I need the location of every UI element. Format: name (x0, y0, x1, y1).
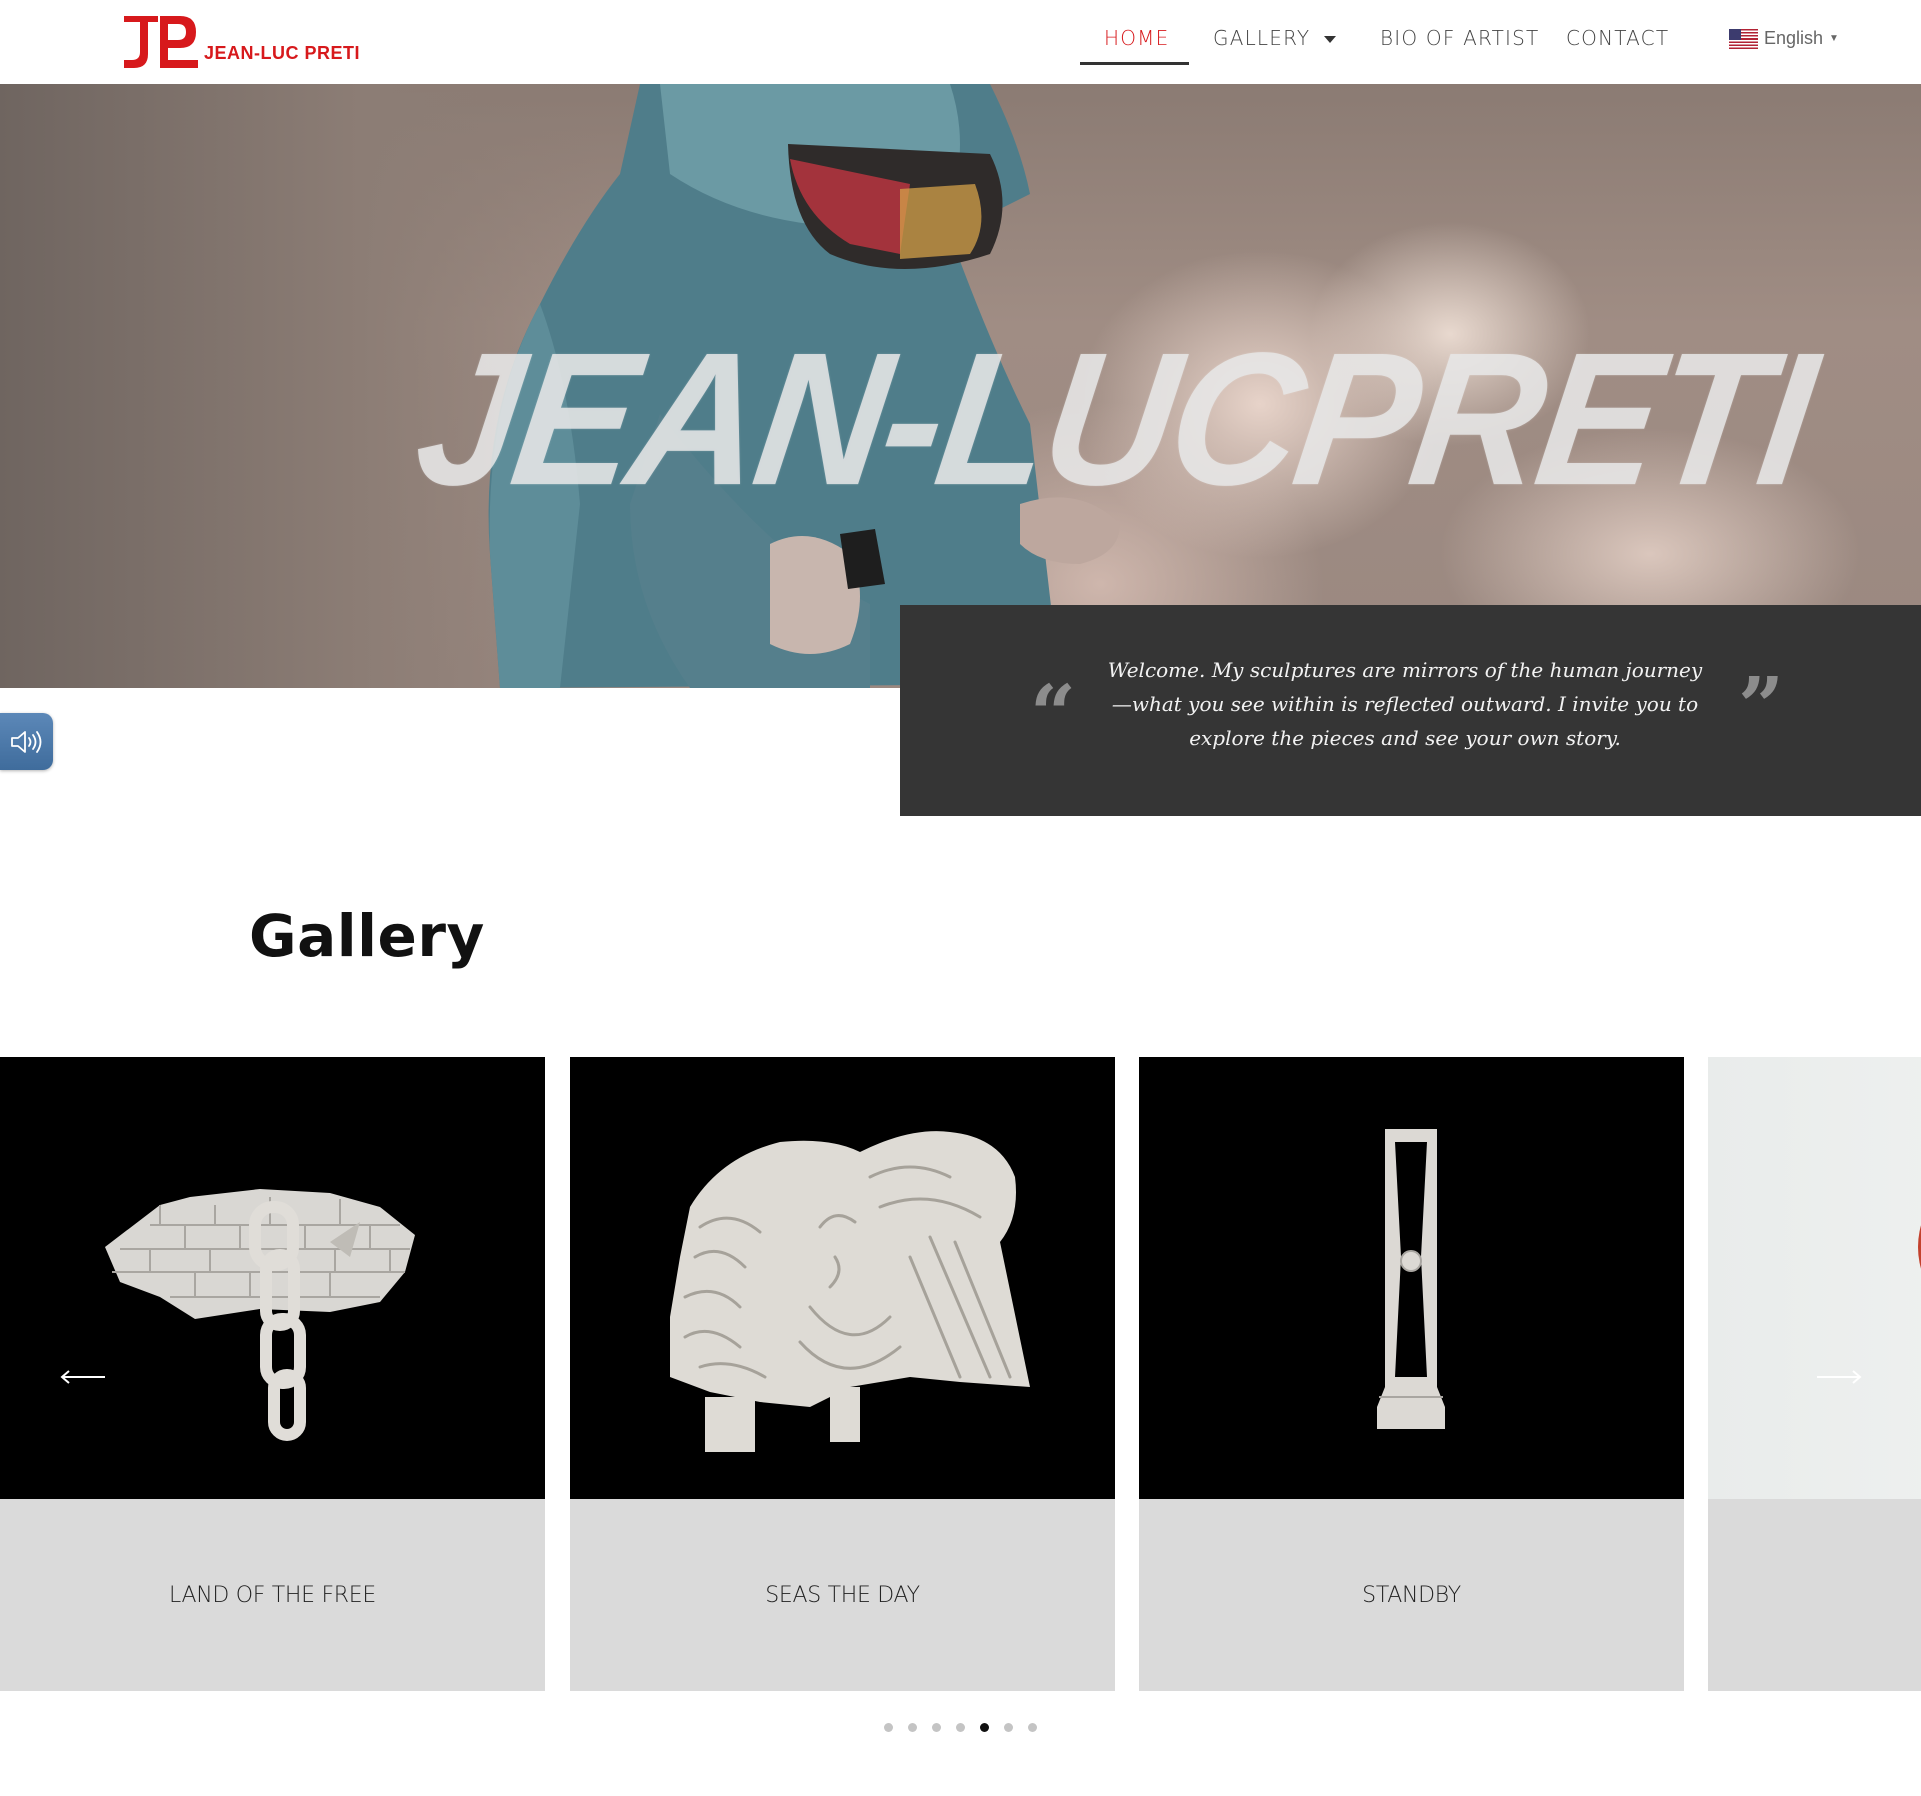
gallery-carousel: LAND OF THE FREE SEAS THE DAY STANDBY (0, 1057, 1921, 1691)
speaker-icon (10, 730, 41, 753)
card-title: STANDBY (1362, 1582, 1461, 1608)
carousel-dot-active[interactable] (980, 1723, 989, 1732)
nav-home[interactable]: HOME (1104, 26, 1169, 50)
us-flag-icon (1729, 28, 1758, 49)
carousel-dot[interactable] (884, 1723, 893, 1732)
caret-down-icon: ▼ (1829, 33, 1839, 44)
carousel-pagination (884, 1723, 1037, 1732)
nav-contact[interactable]: CONTACT (1566, 26, 1669, 50)
welcome-quote-text: Welcome. My sculptures are mirrors of th… (1107, 658, 1703, 750)
welcome-quote-box: “ Welcome. My sculptures are mirrors of … (900, 605, 1921, 816)
carousel-next-button[interactable] (1814, 1357, 1864, 1397)
open-quote-icon: “ (1030, 667, 1077, 761)
nav-gallery[interactable]: GALLERY (1213, 26, 1337, 50)
nav-gallery-label: GALLERY (1213, 26, 1311, 50)
card-caption: LAND OF THE FREE (0, 1499, 545, 1691)
logo-wordmark: JEAN-LUC PRETI (204, 43, 361, 63)
card-caption: SEAS THE DAY (570, 1499, 1115, 1691)
hero-banner: JEAN-LUCPRETI (0, 84, 1921, 688)
card-caption (1708, 1499, 1921, 1691)
chevron-down-icon (1324, 36, 1337, 43)
text-to-speech-button[interactable] (0, 713, 53, 770)
sculpture-image (1708, 1057, 1921, 1499)
carousel-dot[interactable] (956, 1723, 965, 1732)
carousel-dot[interactable] (1028, 1723, 1037, 1732)
nav-bio[interactable]: BIO OF ARTIST (1380, 26, 1539, 50)
close-quote-icon: ” (1738, 659, 1785, 753)
jlp-logo-icon (124, 16, 198, 68)
arrow-right-icon (1817, 1370, 1862, 1384)
site-logo[interactable]: JEAN-LUC PRETI (122, 10, 360, 72)
arrow-left-icon (60, 1370, 105, 1384)
active-nav-underline (1080, 62, 1189, 65)
gallery-card[interactable]: STANDBY (1139, 1057, 1684, 1691)
gallery-heading: Gallery (249, 902, 485, 970)
card-caption: STANDBY (1139, 1499, 1684, 1691)
carousel-dot[interactable] (932, 1723, 941, 1732)
card-title: LAND OF THE FREE (169, 1582, 376, 1608)
gallery-card[interactable]: SEAS THE DAY (570, 1057, 1115, 1691)
sculpture-image (1139, 1057, 1684, 1499)
carousel-prev-button[interactable] (58, 1357, 108, 1397)
language-selector[interactable]: English ▼ (1729, 28, 1839, 49)
site-header: JEAN-LUC PRETI HOME GALLERY BIO OF ARTIS… (0, 0, 1921, 84)
hero-title: JEAN-LUCPRETI (405, 313, 1823, 526)
card-title: SEAS THE DAY (765, 1582, 920, 1608)
carousel-dot[interactable] (908, 1723, 917, 1732)
carousel-dot[interactable] (1004, 1723, 1013, 1732)
sculpture-image (570, 1057, 1115, 1499)
language-label: English (1764, 28, 1824, 48)
sculpture-image (0, 1057, 545, 1499)
